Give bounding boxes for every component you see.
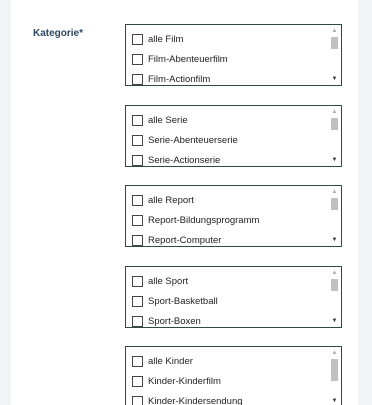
checkbox[interactable]: [132, 355, 143, 367]
scrollbar[interactable]: ▲ ▼: [330, 108, 339, 164]
list-item[interactable]: Sport-Boxen: [132, 311, 218, 331]
checkbox[interactable]: [132, 395, 143, 405]
list-item[interactable]: alle Sport: [132, 271, 218, 291]
option-label: alle Sport: [148, 275, 189, 287]
option-label: Film-Actionfilm: [148, 73, 211, 85]
option-list: alle Sport Sport-Basketball Sport-Boxen: [132, 271, 218, 331]
list-item[interactable]: Serie-Abenteuerserie: [132, 130, 238, 150]
category-listbox-sport[interactable]: alle Sport Sport-Basketball Sport-Boxen …: [125, 266, 342, 328]
list-item[interactable]: alle Report: [132, 190, 259, 210]
option-label: Kinder-Kinderfilm: [148, 375, 221, 387]
checkbox[interactable]: [132, 33, 143, 45]
list-item[interactable]: alle Serie: [132, 110, 238, 130]
triangle-up-icon[interactable]: ▲: [330, 269, 339, 277]
kategorie-label: Kategorie*: [33, 28, 84, 39]
checkbox[interactable]: [132, 315, 143, 327]
category-listbox-film[interactable]: alle Film Film-Abenteuerfilm Film-Action…: [125, 24, 342, 86]
scrollbar[interactable]: ▲ ▼: [330, 349, 339, 405]
option-label: alle Kinder: [148, 355, 193, 367]
form-card: Kategorie* alle Film Film-Abenteuerfilm …: [11, 0, 358, 405]
scrollbar-thumb[interactable]: [331, 198, 338, 210]
scrollbar-thumb[interactable]: [331, 279, 338, 291]
option-label: alle Report: [148, 194, 194, 206]
scrollbar[interactable]: ▲ ▼: [330, 27, 339, 83]
option-label: Report-Computer: [148, 234, 222, 246]
scrollbar-thumb[interactable]: [331, 118, 338, 130]
list-item[interactable]: Report-Bildungsprogramm: [132, 210, 259, 230]
scrollbar-thumb[interactable]: [331, 37, 338, 49]
option-label: Film-Abenteuerfilm: [148, 53, 228, 65]
triangle-down-icon[interactable]: ▼: [330, 236, 339, 244]
option-label: Sport-Boxen: [148, 315, 201, 327]
triangle-down-icon[interactable]: ▼: [330, 75, 339, 83]
checkbox[interactable]: [132, 134, 143, 146]
option-label: alle Film: [148, 33, 184, 45]
scrollbar-thumb[interactable]: [331, 359, 338, 381]
option-label: alle Serie: [148, 114, 188, 126]
option-list: alle Serie Serie-Abenteuerserie Serie-Ac…: [132, 110, 238, 170]
option-label: Serie-Actionserie: [148, 154, 221, 166]
list-item[interactable]: Report-Computer: [132, 230, 259, 250]
option-list: alle Report Report-Bildungsprogramm Repo…: [132, 190, 259, 250]
triangle-up-icon[interactable]: ▲: [330, 349, 339, 357]
checkbox[interactable]: [132, 154, 143, 166]
triangle-up-icon[interactable]: ▲: [330, 27, 339, 35]
list-item[interactable]: Film-Actionfilm: [132, 69, 228, 89]
option-label: Report-Bildungsprogramm: [148, 214, 260, 226]
checkbox[interactable]: [132, 214, 143, 226]
checkbox[interactable]: [132, 275, 143, 287]
category-listbox-report[interactable]: alle Report Report-Bildungsprogramm Repo…: [125, 185, 342, 247]
option-list: alle Kinder Kinder-Kinderfilm Kinder-Kin…: [132, 351, 243, 405]
category-listbox-serie[interactable]: alle Serie Serie-Abenteuerserie Serie-Ac…: [125, 105, 342, 167]
triangle-up-icon[interactable]: ▲: [330, 188, 339, 196]
list-item[interactable]: Serie-Actionserie: [132, 150, 238, 170]
list-item[interactable]: alle Kinder: [132, 351, 243, 371]
option-label: Kinder-Kindersendung: [148, 395, 243, 405]
checkbox[interactable]: [132, 53, 143, 65]
checkbox[interactable]: [132, 73, 143, 85]
scrollbar[interactable]: ▲ ▼: [330, 269, 339, 325]
checkbox[interactable]: [132, 114, 143, 126]
list-item[interactable]: Film-Abenteuerfilm: [132, 49, 228, 69]
list-item[interactable]: Sport-Basketball: [132, 291, 218, 311]
triangle-down-icon[interactable]: ▼: [330, 156, 339, 164]
checkbox[interactable]: [132, 295, 143, 307]
checkbox[interactable]: [132, 375, 143, 387]
list-item[interactable]: alle Film: [132, 29, 228, 49]
list-item[interactable]: Kinder-Kinderfilm: [132, 371, 243, 391]
triangle-down-icon[interactable]: ▼: [330, 397, 339, 405]
checkbox[interactable]: [132, 194, 143, 206]
option-label: Serie-Abenteuerserie: [148, 134, 238, 146]
option-label: Sport-Basketball: [148, 295, 218, 307]
scrollbar[interactable]: ▲ ▼: [330, 188, 339, 244]
checkbox[interactable]: [132, 234, 143, 246]
triangle-down-icon[interactable]: ▼: [330, 317, 339, 325]
list-item[interactable]: Kinder-Kindersendung: [132, 391, 243, 405]
triangle-up-icon[interactable]: ▲: [330, 108, 339, 116]
category-listbox-kinder[interactable]: alle Kinder Kinder-Kinderfilm Kinder-Kin…: [125, 346, 342, 405]
option-list: alle Film Film-Abenteuerfilm Film-Action…: [132, 29, 228, 89]
